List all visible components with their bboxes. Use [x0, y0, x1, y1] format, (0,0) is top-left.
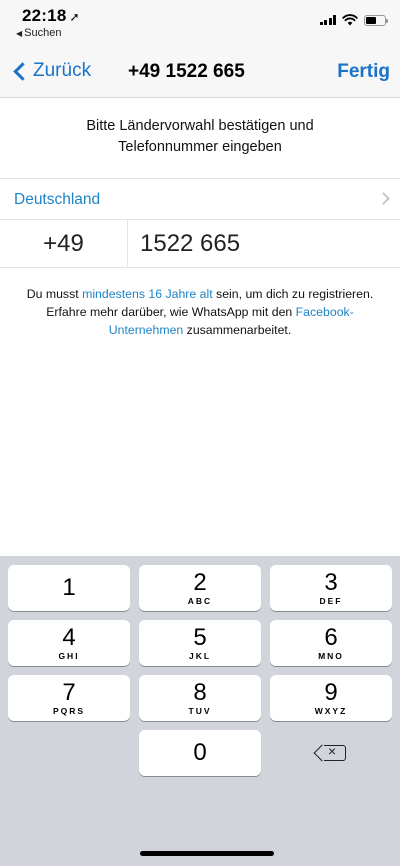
key-9[interactable]: 9 WXYZ	[270, 675, 392, 721]
key-digit: 2	[193, 569, 207, 596]
wifi-icon	[342, 14, 358, 26]
key-7[interactable]: 7 PQRS	[8, 675, 130, 721]
clock-text: 22:18	[22, 6, 67, 25]
key-letters: DEF	[319, 596, 343, 606]
key-3[interactable]: 3 DEF	[270, 565, 392, 611]
instruction-text: Bitte Ländervorwahl bestätigen und Telef…	[0, 116, 400, 158]
instruction-line-2: Telefonnummer eingeben	[118, 139, 282, 155]
phone-number-field[interactable]: 1522 665	[140, 220, 240, 268]
chevron-left-icon	[13, 61, 32, 81]
backspace-icon: ×	[324, 743, 346, 761]
legal-notice: Du musst mindestens 16 Jahre alt sein, u…	[12, 285, 388, 339]
battery-icon	[364, 14, 388, 26]
key-digit: 1	[62, 574, 76, 601]
status-bar: 22:18 ➚ ◀ Suchen	[0, 0, 400, 46]
legal-text-3: zusammenarbeitet.	[183, 323, 292, 337]
key-0[interactable]: 0	[139, 730, 261, 776]
key-digit: 0	[193, 739, 207, 766]
age-requirement-link[interactable]: mindestens 16 Jahre alt	[82, 287, 213, 301]
key-4[interactable]: 4 GHI	[8, 620, 130, 666]
country-name: Deutschland	[14, 191, 101, 208]
status-back-label: Suchen	[24, 27, 62, 39]
status-indicators	[319, 14, 388, 26]
back-button-label: Zurück	[33, 60, 92, 81]
chevron-right-icon	[377, 192, 390, 205]
key-letters: MNO	[318, 651, 344, 661]
back-button[interactable]: Zurück	[10, 60, 91, 82]
key-1[interactable]: 1	[8, 565, 130, 611]
key-digit: 7	[62, 679, 76, 706]
key-letters: PQRS	[52, 706, 86, 716]
legal-text-1: Du musst	[26, 287, 83, 301]
key-2[interactable]: 2 ABC	[139, 565, 261, 611]
status-time: 22:18 ➚	[22, 6, 80, 26]
instruction-line-1: Bitte Ländervorwahl bestätigen und	[86, 118, 314, 134]
home-indicator[interactable]	[140, 851, 274, 856]
key-letters: ABC	[187, 596, 213, 606]
location-arrow-icon: ➚	[69, 10, 80, 24]
key-8[interactable]: 8 TUV	[139, 675, 261, 721]
key-digit: 6	[324, 624, 338, 651]
key-5[interactable]: 5 JKL	[139, 620, 261, 666]
page-title: +49 1522 665	[128, 61, 245, 82]
key-letters: GHI	[58, 651, 80, 661]
numeric-keypad: 1 2 ABC 3 DEF 4 GHI 5 JKL 6 MNO 7 PQRS 8…	[0, 556, 400, 866]
key-letters: JKL	[188, 651, 212, 661]
key-letters: WXYZ	[314, 706, 348, 716]
key-6[interactable]: 6 MNO	[270, 620, 392, 666]
phone-input-row: +49 1522 665	[0, 220, 400, 268]
cellular-signal-icon	[319, 15, 336, 25]
backspace-button[interactable]: ×	[270, 730, 392, 776]
key-digit: 3	[324, 569, 338, 596]
navigation-bar: Zurück +49 1522 665 Fertig	[0, 46, 400, 98]
key-digit: 4	[62, 624, 76, 651]
key-digit: 9	[324, 679, 338, 706]
key-empty	[8, 730, 130, 776]
status-back-link[interactable]: ◀ Suchen	[16, 27, 61, 39]
done-button[interactable]: Fertig	[337, 61, 390, 83]
key-digit: 5	[193, 624, 207, 651]
key-letters: TUV	[188, 706, 212, 716]
back-triangle-icon: ◀	[16, 29, 23, 38]
country-code-field[interactable]: +49	[0, 220, 128, 268]
key-digit: 8	[193, 679, 207, 706]
country-selector[interactable]: Deutschland	[0, 178, 400, 220]
